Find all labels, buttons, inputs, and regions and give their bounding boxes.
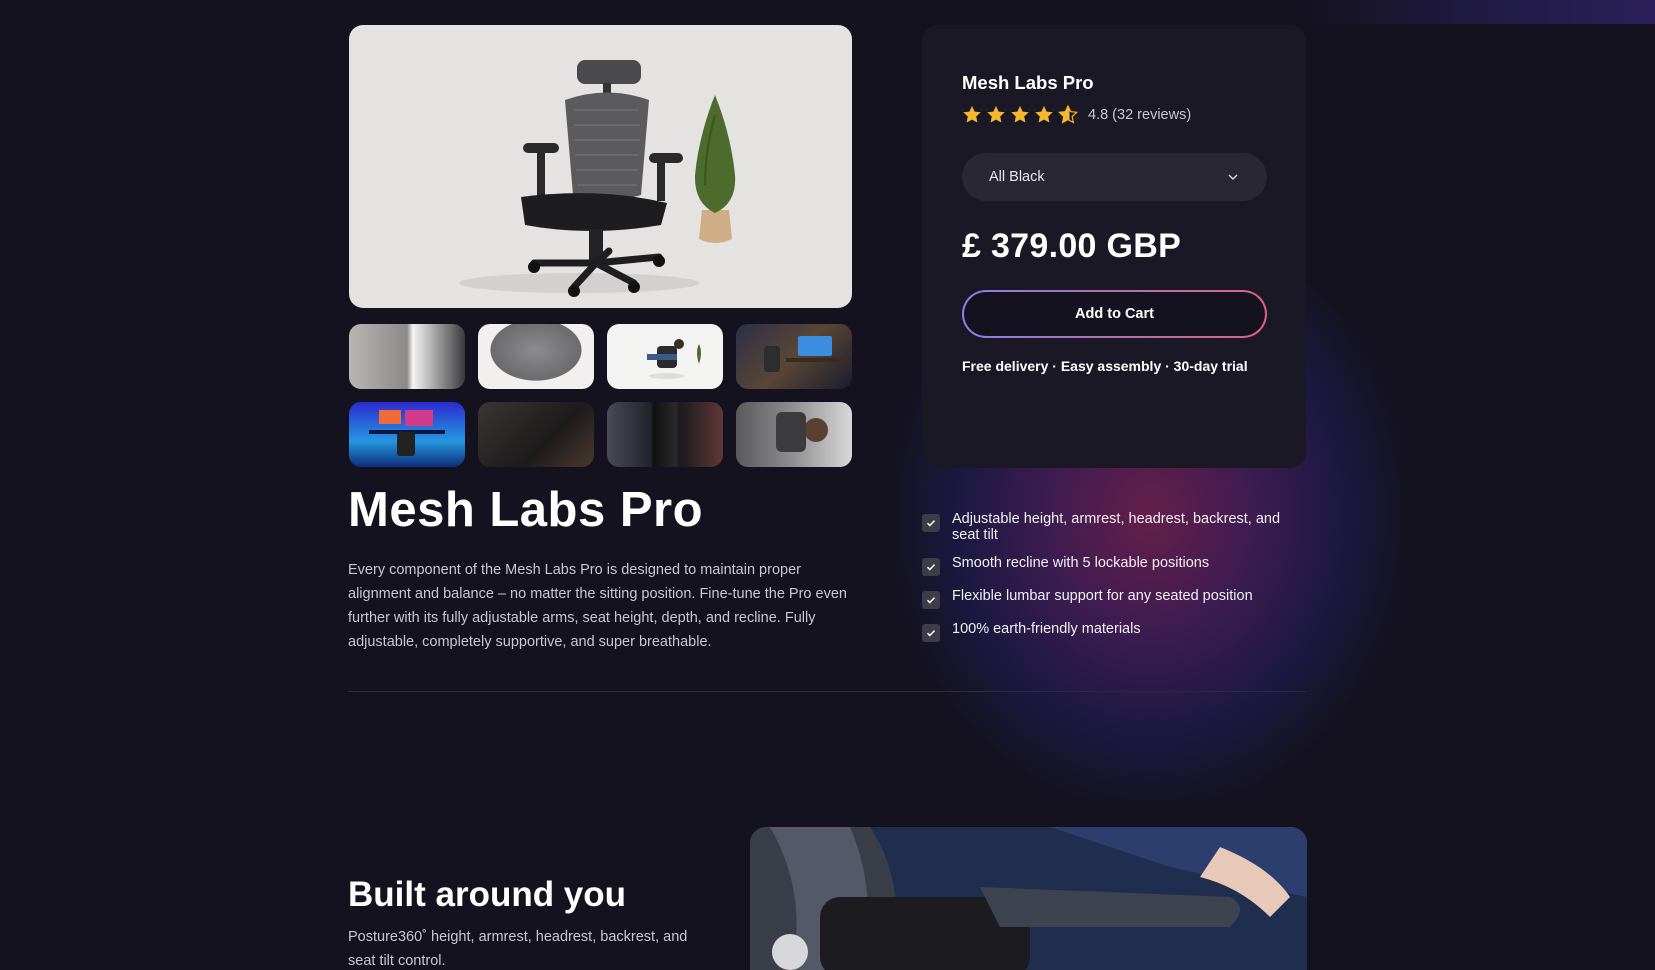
- office-chair-illustration: [459, 60, 736, 297]
- thumbnail-headrest-side[interactable]: [736, 402, 852, 467]
- star-icon: [963, 106, 981, 123]
- star-icon: [987, 106, 1005, 123]
- feature-text: Smooth recline with 5 lockable positions: [952, 555, 1210, 571]
- thumbnail-dark-office[interactable]: [478, 402, 594, 467]
- product-description: Every component of the Mesh Labs Pro is …: [348, 562, 847, 650]
- chair-armrest-closeup: [750, 827, 1307, 970]
- section-title: Built around you: [348, 875, 627, 914]
- top-gradient-strip: [1300, 0, 1655, 24]
- feature-list: Adjustable height, armrest, headrest, ba…: [922, 511, 1306, 655]
- star-icon: [1011, 106, 1029, 123]
- thumbnail-person-reclining[interactable]: [607, 324, 723, 389]
- feature-text: Flexible lumbar support for any seated p…: [952, 588, 1253, 604]
- color-variant-select[interactable]: All Black: [962, 153, 1267, 201]
- thumbnail-desk-setup[interactable]: [736, 324, 852, 389]
- feature-item: Adjustable height, armrest, headrest, ba…: [922, 511, 1306, 543]
- star-icon: [1035, 106, 1053, 123]
- thumbnail-blue-gaming-setup[interactable]: [349, 402, 465, 467]
- product-main-image[interactable]: [349, 25, 852, 308]
- purchase-title: Mesh Labs Pro: [962, 72, 1094, 93]
- feature-text: 100% earth-friendly materials: [952, 621, 1141, 637]
- checkmark-icon: [922, 514, 940, 532]
- add-to-cart-button[interactable]: Add to Cart: [962, 290, 1267, 338]
- thumbnail-mesh-backrest[interactable]: [349, 324, 465, 389]
- gaming-desk-icon: [369, 410, 445, 456]
- desk-monitor-icon: [764, 336, 846, 372]
- feature-item: Smooth recline with 5 lockable positions: [922, 555, 1306, 576]
- variant-value: All Black: [989, 169, 1045, 185]
- thumbnail-chair-collage[interactable]: [607, 402, 723, 467]
- section-description: Posture360˚ height, armrest, headrest, b…: [348, 929, 688, 969]
- chevron-down-icon: [1228, 174, 1238, 180]
- armrest-adjustment-image: [750, 827, 1307, 970]
- half-star-icon: [1058, 105, 1078, 124]
- purchase-card: Mesh Labs Pro 4.8 (32 reviews) All Black…: [922, 25, 1306, 468]
- person-side-icon: [776, 412, 828, 452]
- price: £ 379.00 GBP: [962, 227, 1182, 265]
- feature-item: 100% earth-friendly materials: [922, 621, 1306, 642]
- add-to-cart-label: Add to Cart: [964, 292, 1265, 336]
- rating: 4.8 (32 reviews): [962, 105, 1191, 125]
- delivery-info: Free delivery · Easy assembly · 30-day t…: [962, 358, 1248, 374]
- person-in-chair-icon: [647, 339, 701, 379]
- product-title: Mesh Labs Pro: [348, 483, 704, 537]
- checkmark-icon: [922, 558, 940, 576]
- checkmark-icon: [922, 591, 940, 609]
- feature-item: Flexible lumbar support for any seated p…: [922, 588, 1306, 609]
- checkmark-icon: [922, 624, 940, 642]
- section-divider: [348, 691, 1306, 692]
- rating-text: 4.8 (32 reviews): [1088, 107, 1192, 123]
- thumbnail-seat-cushion[interactable]: [478, 324, 594, 389]
- feature-text: Adjustable height, armrest, headrest, ba…: [952, 511, 1281, 543]
